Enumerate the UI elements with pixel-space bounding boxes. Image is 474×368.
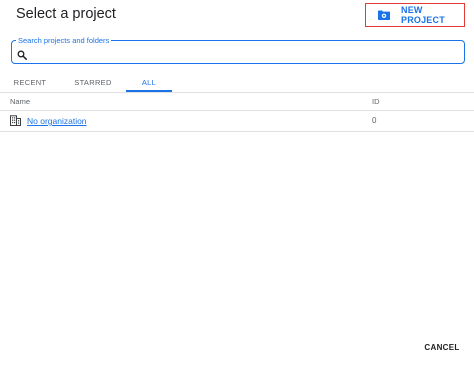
table-row[interactable]: No organization 0: [0, 111, 474, 132]
search-field[interactable]: Search projects and folders: [11, 36, 465, 64]
tab-all[interactable]: ALL: [126, 72, 172, 92]
search-icon: [17, 47, 27, 60]
tab-starred[interactable]: STARRED: [60, 72, 126, 92]
search-input[interactable]: [32, 44, 456, 62]
cancel-button[interactable]: CANCEL: [420, 340, 464, 354]
dialog-title: Select a project: [16, 6, 116, 22]
table-header: Name ID: [0, 93, 474, 111]
tab-recent[interactable]: RECENT: [0, 72, 60, 92]
new-project-label: NEW PROJECT: [401, 5, 445, 25]
new-project-folder-icon: [378, 10, 390, 20]
organization-icon: [10, 115, 21, 126]
column-header-id: ID: [372, 97, 380, 106]
column-header-name: Name: [10, 97, 31, 106]
new-project-button[interactable]: NEW PROJECT: [365, 3, 465, 27]
project-id: 0: [372, 116, 377, 125]
tab-bar: RECENT STARRED ALL: [0, 72, 474, 92]
project-name-link[interactable]: No organization: [27, 116, 87, 126]
